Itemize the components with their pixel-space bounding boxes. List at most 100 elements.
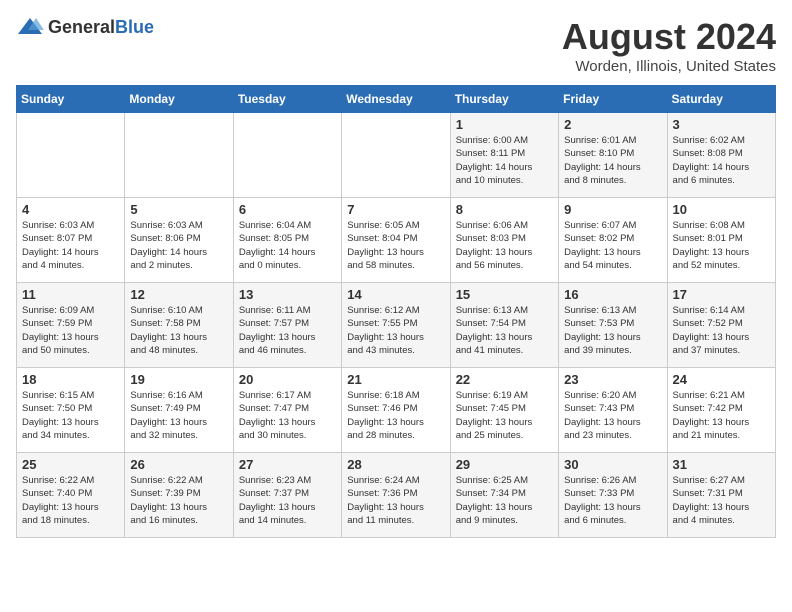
calendar-cell: 1 Sunrise: 6:00 AM Sunset: 8:11 PM Daylig… bbox=[450, 113, 558, 198]
day-info: Sunrise: 6:08 AM Sunset: 8:01 PM Dayligh… bbox=[673, 219, 770, 272]
calendar-cell: 29 Sunrise: 6:25 AM Sunset: 7:34 PM Dayli… bbox=[450, 453, 558, 538]
day-info: Sunrise: 6:10 AM Sunset: 7:58 PM Dayligh… bbox=[130, 304, 227, 357]
calendar-cell: 5 Sunrise: 6:03 AM Sunset: 8:06 PM Daylig… bbox=[125, 198, 233, 283]
calendar-cell: 14 Sunrise: 6:12 AM Sunset: 7:55 PM Dayli… bbox=[342, 283, 450, 368]
day-info: Sunrise: 6:18 AM Sunset: 7:46 PM Dayligh… bbox=[347, 389, 444, 442]
day-number: 7 bbox=[347, 202, 444, 217]
day-info: Sunrise: 6:12 AM Sunset: 7:55 PM Dayligh… bbox=[347, 304, 444, 357]
calendar-cell: 18 Sunrise: 6:15 AM Sunset: 7:50 PM Dayli… bbox=[17, 368, 125, 453]
day-number: 24 bbox=[673, 372, 770, 387]
day-number: 22 bbox=[456, 372, 553, 387]
calendar-cell: 13 Sunrise: 6:11 AM Sunset: 7:57 PM Dayli… bbox=[233, 283, 341, 368]
day-info: Sunrise: 6:16 AM Sunset: 7:49 PM Dayligh… bbox=[130, 389, 227, 442]
calendar-cell: 8 Sunrise: 6:06 AM Sunset: 8:03 PM Daylig… bbox=[450, 198, 558, 283]
calendar-cell: 6 Sunrise: 6:04 AM Sunset: 8:05 PM Daylig… bbox=[233, 198, 341, 283]
day-info: Sunrise: 6:04 AM Sunset: 8:05 PM Dayligh… bbox=[239, 219, 336, 272]
logo-text-blue: Blue bbox=[115, 17, 154, 37]
day-info: Sunrise: 6:22 AM Sunset: 7:40 PM Dayligh… bbox=[22, 474, 119, 527]
day-number: 18 bbox=[22, 372, 119, 387]
calendar-cell: 7Sunrise: 6:05 AM Sunset: 8:04 PM Daylig… bbox=[342, 198, 450, 283]
calendar-week-4: 18 Sunrise: 6:15 AM Sunset: 7:50 PM Dayli… bbox=[17, 368, 776, 453]
day-number: 4 bbox=[22, 202, 119, 217]
calendar-cell: 10 Sunrise: 6:08 AM Sunset: 8:01 PM Dayli… bbox=[667, 198, 775, 283]
calendar-cell: 24Sunrise: 6:21 AM Sunset: 7:42 PM Dayli… bbox=[667, 368, 775, 453]
calendar-cell bbox=[342, 113, 450, 198]
header-day-tuesday: Tuesday bbox=[233, 86, 341, 113]
header-day-sunday: Sunday bbox=[17, 86, 125, 113]
calendar-cell: 25 Sunrise: 6:22 AM Sunset: 7:40 PM Dayli… bbox=[17, 453, 125, 538]
calendar-cell: 15 Sunrise: 6:13 AM Sunset: 7:54 PM Dayli… bbox=[450, 283, 558, 368]
calendar-body: 1 Sunrise: 6:00 AM Sunset: 8:11 PM Daylig… bbox=[17, 113, 776, 538]
calendar-cell: 19Sunrise: 6:16 AM Sunset: 7:49 PM Dayli… bbox=[125, 368, 233, 453]
day-number: 12 bbox=[130, 287, 227, 302]
day-number: 23 bbox=[564, 372, 661, 387]
calendar-cell: 22 Sunrise: 6:19 AM Sunset: 7:45 PM Dayli… bbox=[450, 368, 558, 453]
day-number: 25 bbox=[22, 457, 119, 472]
day-number: 15 bbox=[456, 287, 553, 302]
day-info: Sunrise: 6:27 AM Sunset: 7:31 PM Dayligh… bbox=[673, 474, 770, 527]
calendar-week-3: 11Sunrise: 6:09 AM Sunset: 7:59 PM Dayli… bbox=[17, 283, 776, 368]
calendar-cell bbox=[125, 113, 233, 198]
calendar-cell: 12 Sunrise: 6:10 AM Sunset: 7:58 PM Dayli… bbox=[125, 283, 233, 368]
calendar-table: SundayMondayTuesdayWednesdayThursdayFrid… bbox=[16, 85, 776, 538]
day-number: 30 bbox=[564, 457, 661, 472]
day-number: 10 bbox=[673, 202, 770, 217]
day-number: 26 bbox=[130, 457, 227, 472]
calendar-cell: 16Sunrise: 6:13 AM Sunset: 7:53 PM Dayli… bbox=[559, 283, 667, 368]
calendar-cell: 4 Sunrise: 6:03 AM Sunset: 8:07 PM Daylig… bbox=[17, 198, 125, 283]
day-number: 20 bbox=[239, 372, 336, 387]
calendar-cell: 21Sunrise: 6:18 AM Sunset: 7:46 PM Dayli… bbox=[342, 368, 450, 453]
day-info: Sunrise: 6:24 AM Sunset: 7:36 PM Dayligh… bbox=[347, 474, 444, 527]
calendar-week-1: 1 Sunrise: 6:00 AM Sunset: 8:11 PM Daylig… bbox=[17, 113, 776, 198]
month-title: August 2024 bbox=[562, 16, 776, 58]
header-day-monday: Monday bbox=[125, 86, 233, 113]
calendar-cell bbox=[17, 113, 125, 198]
day-number: 16 bbox=[564, 287, 661, 302]
day-info: Sunrise: 6:03 AM Sunset: 8:06 PM Dayligh… bbox=[130, 219, 227, 272]
logo-icon bbox=[16, 16, 44, 38]
calendar-week-5: 25 Sunrise: 6:22 AM Sunset: 7:40 PM Dayli… bbox=[17, 453, 776, 538]
calendar-cell: 31 Sunrise: 6:27 AM Sunset: 7:31 PM Dayli… bbox=[667, 453, 775, 538]
day-info: Sunrise: 6:15 AM Sunset: 7:50 PM Dayligh… bbox=[22, 389, 119, 442]
day-info: Sunrise: 6:06 AM Sunset: 8:03 PM Dayligh… bbox=[456, 219, 553, 272]
day-number: 1 bbox=[456, 117, 553, 132]
day-number: 8 bbox=[456, 202, 553, 217]
calendar-cell: 27Sunrise: 6:23 AM Sunset: 7:37 PM Dayli… bbox=[233, 453, 341, 538]
day-number: 13 bbox=[239, 287, 336, 302]
day-info: Sunrise: 6:20 AM Sunset: 7:43 PM Dayligh… bbox=[564, 389, 661, 442]
calendar-header-row: SundayMondayTuesdayWednesdayThursdayFrid… bbox=[17, 86, 776, 113]
calendar-cell: 17 Sunrise: 6:14 AM Sunset: 7:52 PM Dayli… bbox=[667, 283, 775, 368]
day-info: Sunrise: 6:14 AM Sunset: 7:52 PM Dayligh… bbox=[673, 304, 770, 357]
day-info: Sunrise: 6:09 AM Sunset: 7:59 PM Dayligh… bbox=[22, 304, 119, 357]
day-number: 27 bbox=[239, 457, 336, 472]
header-day-friday: Friday bbox=[559, 86, 667, 113]
day-info: Sunrise: 6:03 AM Sunset: 8:07 PM Dayligh… bbox=[22, 219, 119, 272]
day-info: Sunrise: 6:13 AM Sunset: 7:54 PM Dayligh… bbox=[456, 304, 553, 357]
calendar-cell: 23 Sunrise: 6:20 AM Sunset: 7:43 PM Dayli… bbox=[559, 368, 667, 453]
day-number: 9 bbox=[564, 202, 661, 217]
day-number: 5 bbox=[130, 202, 227, 217]
day-info: Sunrise: 6:22 AM Sunset: 7:39 PM Dayligh… bbox=[130, 474, 227, 527]
day-number: 31 bbox=[673, 457, 770, 472]
calendar-cell: 9Sunrise: 6:07 AM Sunset: 8:02 PM Daylig… bbox=[559, 198, 667, 283]
location: Worden, Illinois, United States bbox=[562, 58, 776, 75]
day-info: Sunrise: 6:25 AM Sunset: 7:34 PM Dayligh… bbox=[456, 474, 553, 527]
day-info: Sunrise: 6:19 AM Sunset: 7:45 PM Dayligh… bbox=[456, 389, 553, 442]
header-day-wednesday: Wednesday bbox=[342, 86, 450, 113]
calendar-cell: 20 Sunrise: 6:17 AM Sunset: 7:47 PM Dayli… bbox=[233, 368, 341, 453]
day-info: Sunrise: 6:01 AM Sunset: 8:10 PM Dayligh… bbox=[564, 134, 661, 187]
day-number: 17 bbox=[673, 287, 770, 302]
day-info: Sunrise: 6:26 AM Sunset: 7:33 PM Dayligh… bbox=[564, 474, 661, 527]
day-number: 29 bbox=[456, 457, 553, 472]
calendar-cell: 26 Sunrise: 6:22 AM Sunset: 7:39 PM Dayli… bbox=[125, 453, 233, 538]
day-info: Sunrise: 6:11 AM Sunset: 7:57 PM Dayligh… bbox=[239, 304, 336, 357]
calendar-cell: 11Sunrise: 6:09 AM Sunset: 7:59 PM Dayli… bbox=[17, 283, 125, 368]
header-day-thursday: Thursday bbox=[450, 86, 558, 113]
logo: GeneralBlue bbox=[16, 16, 154, 38]
calendar-cell bbox=[233, 113, 341, 198]
calendar-cell: 2Sunrise: 6:01 AM Sunset: 8:10 PM Daylig… bbox=[559, 113, 667, 198]
day-number: 14 bbox=[347, 287, 444, 302]
day-number: 6 bbox=[239, 202, 336, 217]
day-info: Sunrise: 6:00 AM Sunset: 8:11 PM Dayligh… bbox=[456, 134, 553, 187]
day-info: Sunrise: 6:17 AM Sunset: 7:47 PM Dayligh… bbox=[239, 389, 336, 442]
